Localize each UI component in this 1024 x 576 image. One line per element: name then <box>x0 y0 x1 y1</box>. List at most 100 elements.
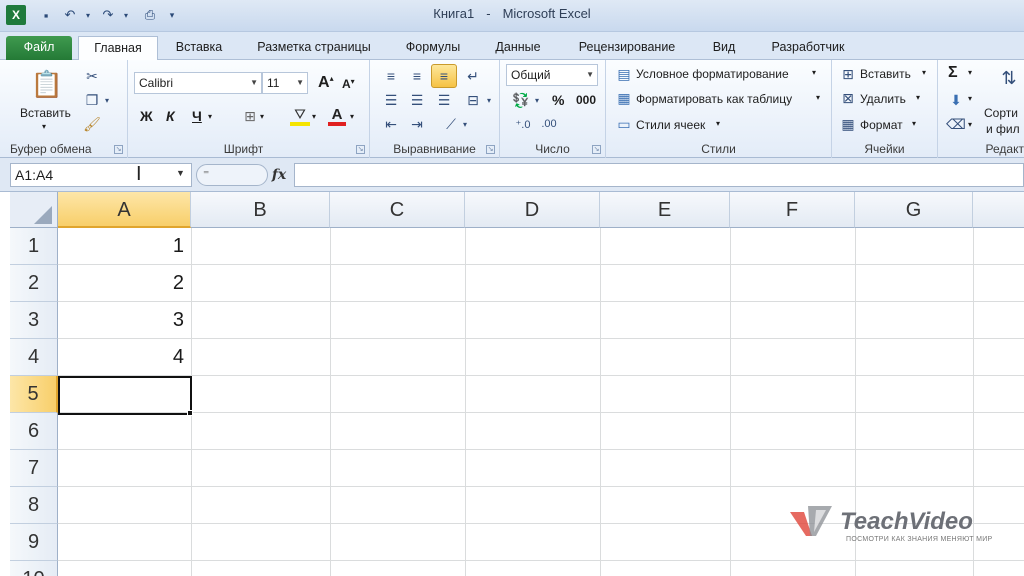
column-header-f[interactable]: F <box>730 192 855 228</box>
row-header-7[interactable]: 7 <box>10 450 58 487</box>
orientation-dropdown-icon[interactable]: ▾ <box>460 116 470 132</box>
tab-page-layout[interactable]: Разметка страницы <box>246 36 382 60</box>
paste-icon[interactable]: 📋 <box>30 66 64 102</box>
row-header-2[interactable]: 2 <box>10 265 58 302</box>
number-launcher-icon[interactable]: ↘ <box>592 145 601 154</box>
underline-dropdown-icon[interactable]: ▾ <box>208 112 212 121</box>
currency-icon[interactable]: 💱 <box>510 90 532 110</box>
delete-cells-dropdown-icon[interactable]: ▾ <box>916 93 920 102</box>
format-cells-button[interactable]: Формат <box>860 118 903 132</box>
percent-button[interactable]: % <box>552 92 564 108</box>
grow-font-button[interactable]: A▴ <box>318 74 334 92</box>
cell-a3[interactable]: 3 <box>58 302 190 339</box>
autosum-dropdown-icon[interactable]: ▾ <box>968 68 972 77</box>
font-size-select[interactable]: 11 ▼ <box>262 72 308 94</box>
cell-a4[interactable]: 4 <box>58 339 190 376</box>
align-middle-icon[interactable]: ≡ <box>406 66 428 86</box>
bold-button[interactable]: Ж <box>140 108 153 124</box>
italic-button[interactable]: К <box>166 108 175 124</box>
align-center-icon[interactable]: ☰ <box>406 90 428 110</box>
fill-handle[interactable] <box>187 410 193 416</box>
paste-dropdown-icon[interactable]: ▾ <box>42 122 46 131</box>
tab-insert[interactable]: Вставка <box>170 36 228 60</box>
underline-button[interactable]: Ч <box>192 108 202 124</box>
name-box[interactable]: A1:A4 <box>10 163 192 187</box>
row-header-9[interactable]: 9 <box>10 524 58 561</box>
increase-indent-icon[interactable]: ⇥ <box>406 114 428 134</box>
conditional-formatting-button[interactable]: Условное форматирование <box>636 67 789 81</box>
insert-cells-icon[interactable]: ⊞ <box>838 64 858 84</box>
align-right-icon[interactable]: ☰ <box>433 90 455 110</box>
cell-a1[interactable]: 1 <box>58 228 190 265</box>
fill-icon[interactable]: ⬇ <box>946 90 966 110</box>
conditional-formatting-dropdown-icon[interactable]: ▾ <box>812 68 816 77</box>
tab-developer[interactable]: Разработчик <box>760 36 856 60</box>
sort-filter-label-line2[interactable]: и фил <box>986 122 1020 136</box>
fill-color-dropdown-icon[interactable]: ▾ <box>312 112 316 121</box>
cell-styles-button[interactable]: Стили ячеек <box>636 118 705 132</box>
thousands-separator-button[interactable]: 000 <box>576 93 596 107</box>
column-header-c[interactable]: C <box>330 192 465 228</box>
tab-formulas[interactable]: Формулы <box>398 36 468 60</box>
cell-styles-dropdown-icon[interactable]: ▾ <box>716 119 720 128</box>
conditional-formatting-icon[interactable]: ▤ <box>614 64 634 84</box>
column-header-a[interactable]: A <box>58 192 191 228</box>
font-family-select[interactable]: Calibri ▼ <box>134 72 262 94</box>
delete-cells-icon[interactable]: ⊠ <box>838 88 858 108</box>
tab-review[interactable]: Рецензирование <box>568 36 686 60</box>
row-header-1[interactable]: 1 <box>10 228 58 265</box>
shrink-font-button[interactable]: A▾ <box>342 77 355 91</box>
row-header-6[interactable]: 6 <box>10 413 58 450</box>
autosum-button[interactable]: Σ <box>948 64 958 82</box>
row-header-10[interactable]: 10 <box>10 561 58 576</box>
orientation-icon[interactable]: ⟋ <box>440 114 462 134</box>
align-left-icon[interactable]: ☰ <box>380 90 402 110</box>
row-header-8[interactable]: 8 <box>10 487 58 524</box>
merge-dropdown-icon[interactable]: ▾ <box>484 92 494 108</box>
insert-cells-button[interactable]: Вставить <box>860 67 911 81</box>
column-header-g[interactable]: G <box>855 192 973 228</box>
cell-styles-icon[interactable]: ▭ <box>614 114 634 134</box>
tab-home[interactable]: Главная <box>78 36 158 61</box>
sort-filter-icon[interactable]: ⇅ <box>994 64 1024 92</box>
font-launcher-icon[interactable]: ↘ <box>356 145 365 154</box>
font-color-icon[interactable]: A <box>328 106 346 126</box>
active-cell-a5[interactable] <box>58 376 192 415</box>
tab-view[interactable]: Вид <box>702 36 746 60</box>
cell-a2[interactable]: 2 <box>58 265 190 302</box>
number-format-select[interactable]: Общий ▼ <box>506 64 598 86</box>
format-cells-dropdown-icon[interactable]: ▾ <box>912 119 916 128</box>
alignment-launcher-icon[interactable]: ↘ <box>486 145 495 154</box>
format-cells-icon[interactable]: ▦ <box>838 114 858 134</box>
merge-center-icon[interactable]: ⊟ <box>462 90 484 110</box>
copy-icon[interactable]: ❐ <box>82 90 102 110</box>
format-painter-icon[interactable]: 🖌 <box>82 114 102 134</box>
increase-decimal-icon[interactable]: ⁺.0 <box>512 114 534 134</box>
paste-button-label[interactable]: Вставить <box>20 106 71 120</box>
borders-dropdown-icon[interactable]: ▾ <box>260 112 264 121</box>
format-as-table-icon[interactable]: ▦ <box>614 88 634 108</box>
format-as-table-dropdown-icon[interactable]: ▾ <box>816 93 820 102</box>
sort-filter-label-line1[interactable]: Сорти <box>984 106 1018 120</box>
tab-file[interactable]: Файл <box>6 36 72 60</box>
fill-dropdown-icon[interactable]: ▾ <box>968 94 972 103</box>
column-header-b[interactable]: B <box>191 192 330 228</box>
align-top-icon[interactable]: ≡ <box>380 66 402 86</box>
format-as-table-button[interactable]: Форматировать как таблицу <box>636 92 792 106</box>
select-all-button[interactable] <box>10 192 58 228</box>
decrease-indent-icon[interactable]: ⇤ <box>380 114 402 134</box>
clipboard-launcher-icon[interactable]: ↘ <box>114 145 123 154</box>
name-box-dropdown-icon[interactable]: ▼ <box>176 168 185 178</box>
column-header-e[interactable]: E <box>600 192 730 228</box>
formula-bar-controls[interactable]: ⁼ <box>196 164 268 186</box>
currency-dropdown-icon[interactable]: ▾ <box>532 92 542 108</box>
align-bottom-icon[interactable]: ≡ <box>433 66 455 86</box>
column-header-next[interactable] <box>973 192 1024 228</box>
insert-cells-dropdown-icon[interactable]: ▾ <box>922 68 926 77</box>
row-header-3[interactable]: 3 <box>10 302 58 339</box>
column-header-d[interactable]: D <box>465 192 600 228</box>
insert-function-icon[interactable]: fx <box>266 164 292 186</box>
row-header-4[interactable]: 4 <box>10 339 58 376</box>
decrease-decimal-icon[interactable]: .00 <box>538 114 560 134</box>
formula-input[interactable] <box>294 163 1024 187</box>
